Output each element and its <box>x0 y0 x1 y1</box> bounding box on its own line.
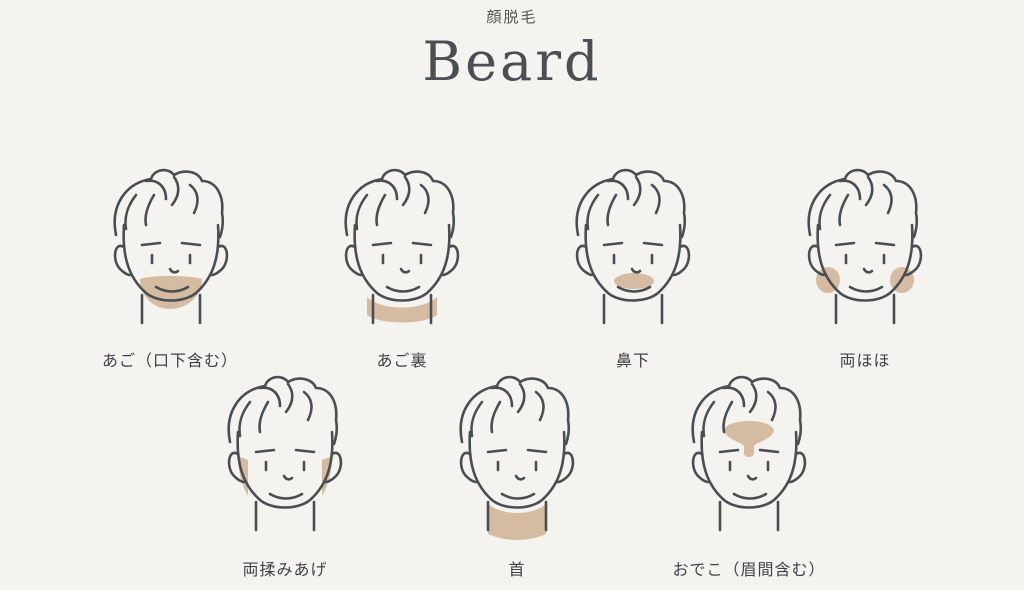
label-cheeks: 両ほほ <box>839 351 891 370</box>
face-nose-under-illustration <box>568 165 698 335</box>
face-sideburns-illustration <box>220 372 350 542</box>
label-under-nose: 鼻下 <box>615 351 650 370</box>
neck-highlight <box>488 504 546 540</box>
face-forehead-illustration <box>684 372 814 542</box>
label-under-chin: あご裏 <box>376 351 428 370</box>
face-cheeks-illustration <box>800 165 930 335</box>
label-chin: あご（口下含む） <box>101 351 238 370</box>
under-nose-highlight <box>614 273 654 289</box>
label-neck: 首 <box>508 560 526 579</box>
face-under-chin-illustration <box>337 165 467 335</box>
face-chin-illustration <box>106 165 236 335</box>
face-neck-illustration <box>452 372 582 542</box>
label-forehead: おでこ（眉間含む） <box>672 560 826 579</box>
page-subtitle: 顔脱毛 <box>486 8 538 26</box>
page-title: Beard <box>422 30 602 93</box>
label-sideburns: 両揉みあげ <box>242 560 328 579</box>
